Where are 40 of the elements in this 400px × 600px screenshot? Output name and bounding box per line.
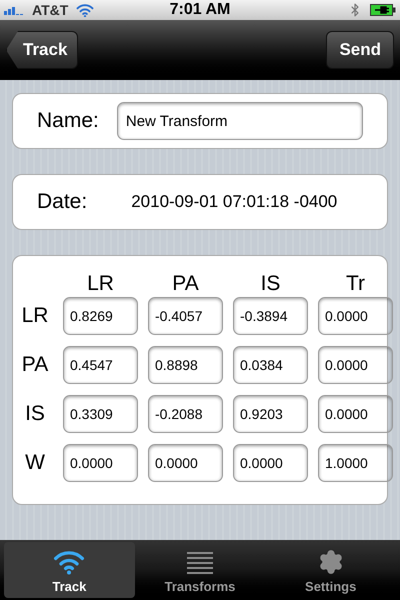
row-label: PA <box>20 352 50 378</box>
matrix-field[interactable]: 0.0000 <box>318 395 393 433</box>
carrier-name: AT&T <box>32 0 68 20</box>
matrix-field[interactable]: 0.0000 <box>318 297 393 335</box>
list-icon <box>187 550 213 574</box>
matrix-field[interactable]: -0.4057 <box>148 297 223 335</box>
matrix-field[interactable]: 0.8898 <box>148 346 223 384</box>
date-value: 2010-09-01 07:01:18 -0400 <box>131 191 338 214</box>
tab-button[interactable]: Settings <box>265 542 396 598</box>
matrix-field[interactable]: 0.0000 <box>233 444 308 482</box>
matrix-field[interactable]: 0.9203 <box>233 395 308 433</box>
tab-button[interactable]: Transforms <box>134 542 266 598</box>
row-label: W <box>24 450 46 476</box>
column-header: LR <box>86 274 115 294</box>
column-header: Tr <box>344 274 366 294</box>
wifi-icon <box>53 548 86 574</box>
date-label: Date: <box>37 189 88 216</box>
row-label: LR <box>20 303 50 330</box>
gear-icon <box>318 548 344 574</box>
send-button[interactable]: Send <box>326 31 394 69</box>
matrix-field[interactable]: 0.0000 <box>63 444 138 482</box>
matrix-field[interactable]: 0.0000 <box>148 444 223 482</box>
matrix-field[interactable]: 0.0384 <box>233 346 308 384</box>
matrix-field[interactable]: 0.8269 <box>63 297 138 335</box>
row-label: IS <box>24 401 46 428</box>
name-label: Name: <box>37 108 99 134</box>
matrix-field[interactable]: -0.3894 <box>233 297 308 335</box>
column-header: IS <box>260 274 282 294</box>
matrix-field[interactable]: 0.4547 <box>63 346 138 384</box>
matrix-field[interactable]: -0.2088 <box>148 395 223 433</box>
wifi-icon <box>76 2 94 18</box>
clock-time: 7:01 AM <box>170 0 230 20</box>
matrix-field[interactable]: 0.3309 <box>63 395 138 433</box>
column-header: PA <box>171 274 200 294</box>
matrix-field[interactable]: 1.0000 <box>318 444 393 482</box>
tab-button[interactable]: Track <box>4 542 135 598</box>
name-field[interactable]: New Transform <box>116 102 363 140</box>
back-button[interactable]: Track <box>6 31 78 69</box>
battery-icon <box>370 4 396 16</box>
matrix-field[interactable]: 0.0000 <box>318 346 393 384</box>
